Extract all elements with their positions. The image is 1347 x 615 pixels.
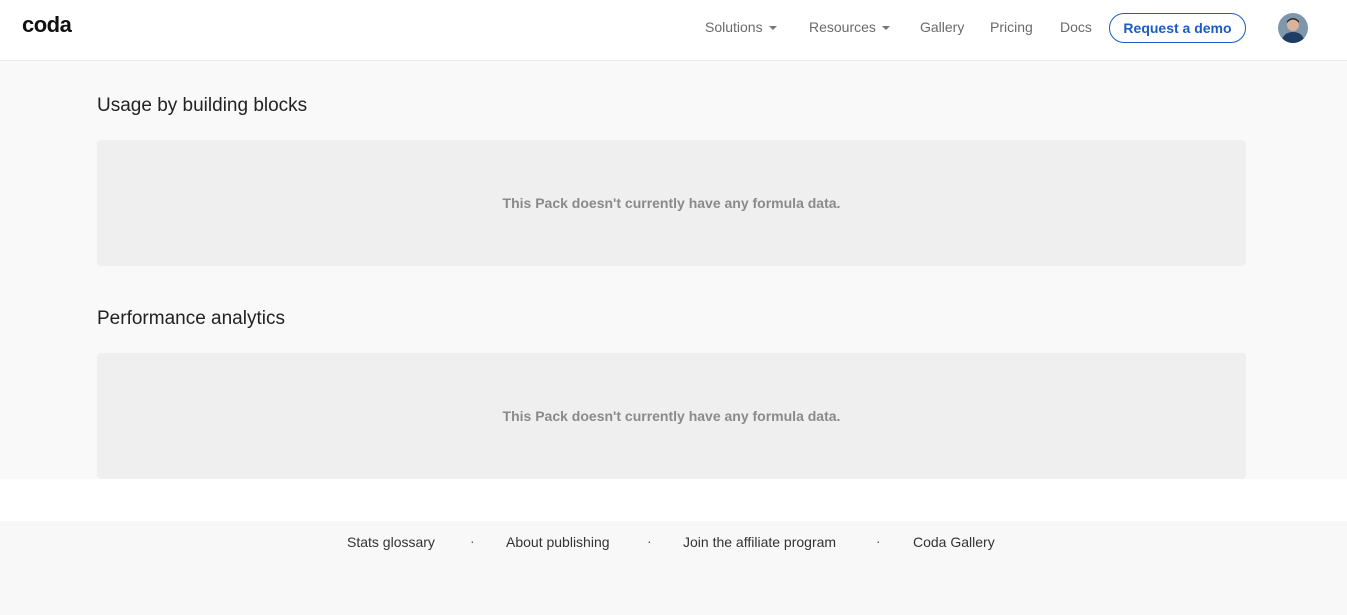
chevron-down-icon — [768, 26, 777, 31]
nav-docs[interactable]: Docs — [1060, 19, 1092, 35]
nav-resources[interactable]: Resources — [809, 19, 890, 35]
footer-separator: · — [647, 533, 652, 549]
nav-resources-label: Resources — [809, 19, 876, 35]
nav-gallery[interactable]: Gallery — [920, 19, 964, 35]
footer-link-coda-gallery[interactable]: Coda Gallery — [913, 534, 995, 550]
footer-link-stats-glossary[interactable]: Stats glossary — [347, 534, 435, 550]
section-title-usage: Usage by building blocks — [97, 95, 308, 116]
user-avatar-icon[interactable] — [1278, 13, 1308, 43]
nav-solutions[interactable]: Solutions — [705, 19, 777, 35]
spacer — [0, 479, 1347, 521]
empty-state-message: This Pack doesn't currently have any for… — [502, 195, 841, 211]
section-title-performance: Performance analytics — [97, 308, 285, 329]
performance-empty-state: This Pack doesn't currently have any for… — [97, 353, 1246, 479]
footer: Stats glossary · About publishing · Join… — [0, 521, 1347, 615]
request-demo-button[interactable]: Request a demo — [1109, 13, 1246, 43]
chevron-down-icon — [881, 26, 890, 31]
usage-empty-state: This Pack doesn't currently have any for… — [97, 140, 1246, 266]
empty-state-message: This Pack doesn't currently have any for… — [502, 408, 841, 424]
footer-link-affiliate[interactable]: Join the affiliate program — [683, 534, 836, 550]
nav-pricing[interactable]: Pricing — [990, 19, 1033, 35]
footer-separator: · — [470, 533, 475, 549]
footer-link-about-publishing[interactable]: About publishing — [506, 534, 610, 550]
footer-separator: · — [876, 533, 881, 549]
coda-logo[interactable]: coda — [22, 12, 72, 38]
nav-solutions-label: Solutions — [705, 19, 763, 35]
top-header: coda Solutions Resources Gallery Pricing… — [0, 0, 1347, 61]
main-content: Usage by building blocks This Pack doesn… — [0, 61, 1347, 479]
